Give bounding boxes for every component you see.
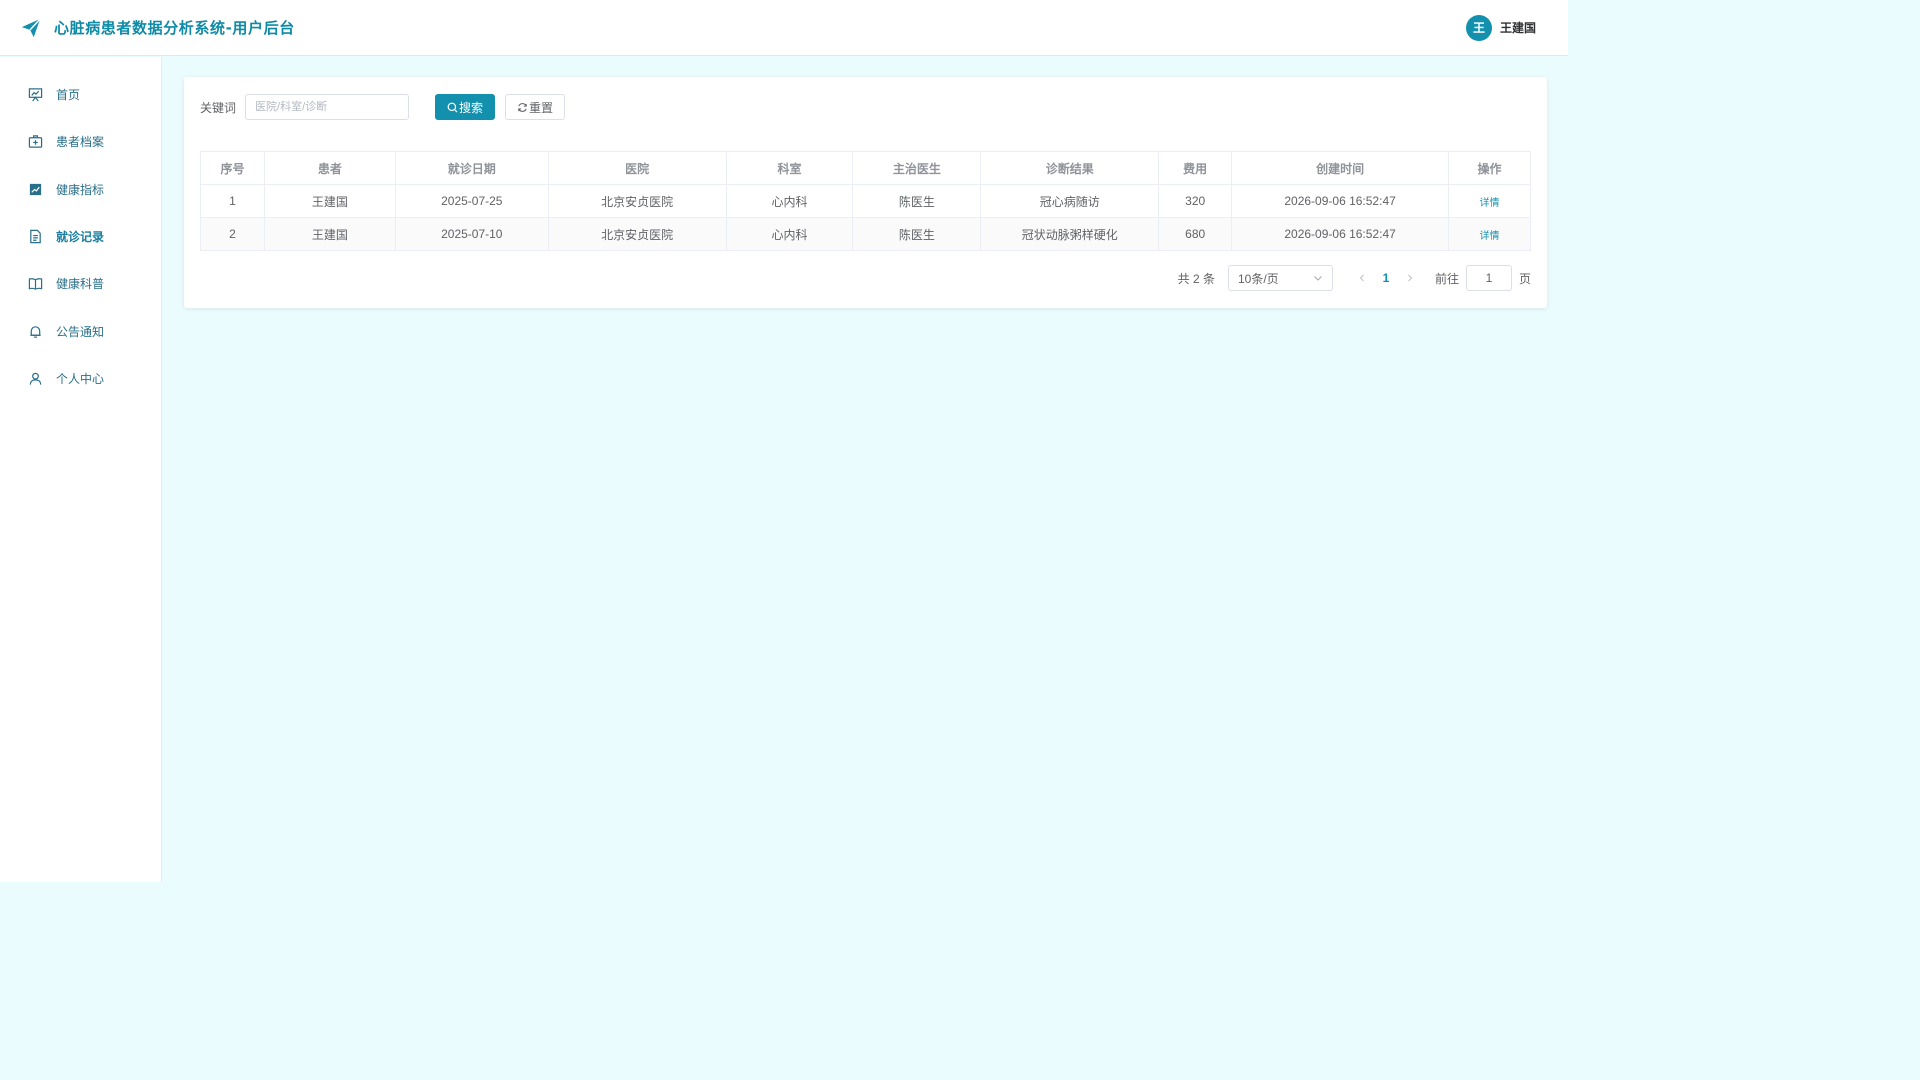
pagination: 共 2 条 10条/页 1 前往 页 [1178, 265, 1531, 291]
cell-visit-date: 2025-07-10 [394, 217, 549, 251]
chevron-down-icon [1314, 276, 1322, 281]
visit-records-table: 序号 患者 就诊日期 医院 科室 主治医生 诊断结果 费用 创建时间 操作 1 … [200, 151, 1531, 251]
cell-index: 2 [200, 217, 265, 251]
column-header: 创建时间 [1231, 151, 1449, 185]
sidebar-item-label: 患者档案 [56, 135, 105, 150]
chevron-right-icon [1408, 274, 1413, 282]
table-row: 2 王建国 2025-07-10 北京安贞医院 心内科 陈医生 冠状动脉粥样硬化… [200, 217, 1531, 251]
goto-suffix: 页 [1518, 271, 1531, 286]
goto-page-input[interactable] [1465, 265, 1512, 291]
column-header: 操作 [1448, 151, 1531, 185]
cell-cost: 320 [1158, 184, 1233, 218]
cell-cost: 680 [1158, 217, 1233, 251]
page-size-select[interactable]: 10条/页 [1227, 265, 1333, 291]
sidebar-item-label: 首页 [56, 88, 81, 103]
visit-records-card: 关键词 搜索 重置 序号 患者 [184, 77, 1547, 308]
open-book-icon [28, 278, 43, 291]
keyword-label: 关键词 [200, 100, 237, 115]
refresh-icon [518, 102, 527, 112]
user-menu[interactable]: 王 王建国 [1465, 14, 1536, 41]
cell-created-at: 2026-09-06 16:52:47 [1231, 184, 1449, 218]
prev-page-button[interactable] [1351, 274, 1373, 282]
cell-hospital: 北京安贞医院 [547, 184, 727, 218]
goto-label: 前往 [1434, 271, 1459, 286]
cell-action: 详情 [1448, 184, 1531, 218]
chevron-left-icon [1359, 274, 1364, 282]
cell-hospital: 北京安贞医院 [547, 217, 727, 251]
user-icon [29, 372, 42, 385]
avatar[interactable]: 王 [1465, 14, 1492, 41]
reset-button-label: 重置 [529, 100, 554, 115]
document-icon [30, 229, 41, 244]
sidebar-item-health-metrics[interactable]: 健康指标 [0, 166, 161, 213]
brand: 心脏病患者数据分析系统-用户后台 [20, 17, 295, 39]
sidebar-item-home[interactable]: 首页 [0, 71, 161, 118]
cell-doctor: 陈医生 [852, 217, 982, 251]
column-header: 序号 [200, 151, 265, 185]
sidebar-item-label: 健康科普 [56, 277, 105, 292]
cell-action: 详情 [1448, 217, 1531, 251]
cell-created-at: 2026-09-06 16:52:47 [1231, 217, 1449, 251]
sidebar-item-profile[interactable]: 个人中心 [0, 355, 161, 402]
sidebar-item-label: 就诊记录 [56, 230, 105, 245]
medical-kit-icon [28, 135, 43, 149]
column-header: 诊断结果 [980, 151, 1160, 185]
sidebar-item-patient-records[interactable]: 患者档案 [0, 118, 161, 165]
trend-chart-icon [29, 183, 42, 195]
cell-visit-date: 2025-07-25 [394, 184, 549, 218]
column-header: 患者 [263, 151, 396, 185]
column-header: 主治医生 [852, 151, 982, 185]
app-title: 心脏病患者数据分析系统-用户后台 [54, 19, 295, 37]
bell-icon [30, 325, 41, 338]
column-header: 科室 [725, 151, 854, 185]
cell-patient: 王建国 [263, 217, 396, 251]
search-icon [447, 102, 458, 113]
sidebar-item-label: 个人中心 [56, 371, 105, 386]
detail-link[interactable]: 详情 [1480, 231, 1500, 242]
presentation-chart-icon [28, 88, 43, 102]
cell-patient: 王建国 [263, 184, 396, 218]
sidebar: 首页 患者档案 健康指标 就诊记录 健康科普 公告通知 个人中心 [0, 57, 162, 882]
cell-index: 1 [200, 184, 265, 218]
page-number-current[interactable]: 1 [1373, 271, 1399, 285]
cell-diagnosis: 冠状动脉粥样硬化 [980, 217, 1160, 251]
next-page-button[interactable] [1399, 274, 1421, 282]
cell-doctor: 陈医生 [852, 184, 982, 218]
sidebar-item-label: 健康指标 [56, 182, 105, 197]
sidebar-item-health-education[interactable]: 健康科普 [0, 260, 161, 307]
total-count: 共 2 条 [1177, 271, 1215, 286]
cell-department: 心内科 [725, 184, 854, 218]
reset-button[interactable]: 重置 [505, 94, 566, 120]
cell-diagnosis: 冠心病随访 [980, 184, 1160, 218]
column-header: 就诊日期 [394, 151, 549, 185]
cell-department: 心内科 [725, 217, 854, 251]
sidebar-item-label: 公告通知 [56, 324, 105, 339]
table-row: 1 王建国 2025-07-25 北京安贞医院 心内科 陈医生 冠心病随访 32… [200, 184, 1531, 218]
sidebar-item-visit-records[interactable]: 就诊记录 [0, 213, 161, 260]
search-button[interactable]: 搜索 [435, 94, 496, 120]
keyword-input[interactable] [245, 94, 410, 120]
top-header: 心脏病患者数据分析系统-用户后台 王 王建国 [0, 0, 1568, 56]
table-header-row: 序号 患者 就诊日期 医院 科室 主治医生 诊断结果 费用 创建时间 操作 [200, 151, 1531, 185]
user-name[interactable]: 王建国 [1500, 19, 1536, 36]
search-bar: 关键词 搜索 重置 [200, 94, 566, 120]
page-size-value: 10条/页 [1237, 271, 1279, 286]
detail-link[interactable]: 详情 [1480, 198, 1500, 209]
column-header: 费用 [1158, 151, 1233, 185]
search-button-label: 搜索 [459, 100, 484, 115]
sidebar-item-announcements[interactable]: 公告通知 [0, 307, 161, 354]
paper-plane-icon [21, 17, 41, 37]
column-header: 医院 [547, 151, 727, 185]
